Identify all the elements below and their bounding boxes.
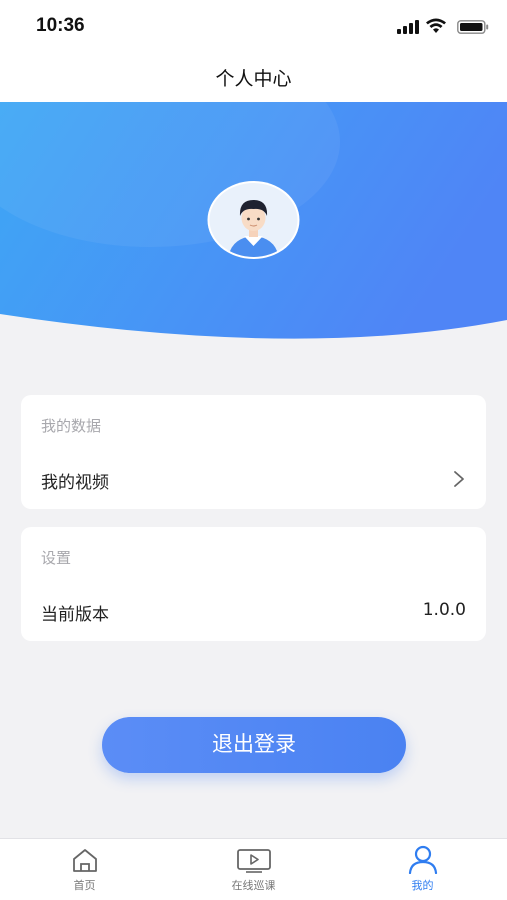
status-time: 10:36 [36,15,85,36]
avatar[interactable] [206,180,301,260]
my-videos-label: 我的视频 [41,473,109,493]
tab-online-patrol-label: 在线巡课 [231,879,276,892]
nav-bar: 个人中心 [0,52,507,102]
section-title-my-data: 我的数据 [41,417,102,435]
signal-icon [397,20,419,34]
page-title: 个人中心 [215,68,292,90]
version-value: 1.0.0 [422,600,466,620]
home-icon [72,849,97,872]
wifi-icon [426,18,446,33]
tab-mine[interactable]: 我的 [338,839,507,900]
user-icon [408,845,437,874]
tab-bar: 首页 在线巡课 我的 [0,838,507,900]
settings-card: 设置 当前版本 1.0.0 [21,527,486,641]
tab-home-label: 首页 [73,879,96,892]
battery-icon [457,20,489,34]
my-videos-row[interactable]: 我的视频 [21,455,486,505]
status-bar: 10:36 [0,0,507,52]
video-play-icon [236,849,271,873]
section-title-settings: 设置 [41,549,72,567]
tab-mine-label: 我的 [411,879,434,892]
chevron-right-icon [454,471,464,487]
version-label: 当前版本 [41,605,109,625]
logout-button[interactable]: 退出登录 [102,717,406,773]
tab-home[interactable]: 首页 [0,839,169,900]
my-data-card: 我的数据 我的视频 [21,395,486,509]
status-icons [389,18,489,36]
version-row: 当前版本 1.0.0 [21,587,486,637]
tab-online-patrol[interactable]: 在线巡课 [169,839,338,900]
